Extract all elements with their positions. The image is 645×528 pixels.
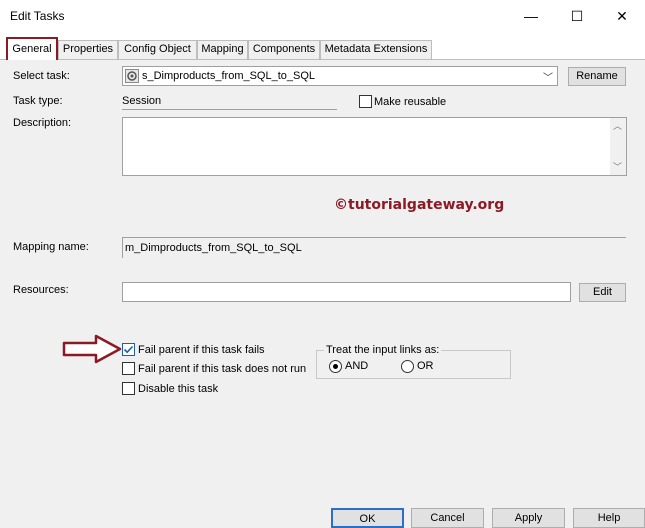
- mapping-name-value: m_Dimproducts_from_SQL_to_SQL: [125, 242, 302, 254]
- checkmark-icon: [123, 345, 134, 354]
- tab-components[interactable]: Components: [248, 40, 320, 59]
- tab-mapping[interactable]: Mapping: [197, 40, 248, 59]
- disable-task-checkbox[interactable]: [122, 382, 135, 395]
- and-radio-label: AND: [345, 360, 369, 372]
- close-button[interactable]: ✕: [599, 0, 645, 32]
- description-label: Description:: [13, 117, 72, 129]
- minimize-icon: —: [524, 8, 538, 24]
- description-scrollbar[interactable]: ︿ ﹀: [610, 118, 626, 175]
- tab-label: Properties: [62, 43, 114, 55]
- and-radio[interactable]: [329, 360, 342, 373]
- title-bar: Edit Tasks — ☐ ✕: [0, 0, 645, 32]
- mapping-name-field: m_Dimproducts_from_SQL_to_SQL: [122, 237, 626, 258]
- apply-button[interactable]: Apply: [492, 508, 565, 528]
- window-title: Edit Tasks: [10, 9, 65, 23]
- ok-button[interactable]: OK: [331, 508, 404, 528]
- fail-parent-not-run-checkbox[interactable]: [122, 362, 135, 375]
- minimize-button[interactable]: —: [508, 0, 554, 32]
- or-radio-label: OR: [417, 360, 434, 372]
- maximize-icon: ☐: [570, 7, 584, 24]
- select-task-dropdown[interactable]: s_Dimproducts_from_SQL_to_SQL ﹀: [122, 66, 558, 86]
- fail-parent-not-run-label: Fail parent if this task does not run: [138, 363, 307, 375]
- tab-properties[interactable]: Properties: [58, 40, 118, 59]
- tab-label: Mapping: [201, 43, 244, 55]
- task-type-label: Task type:: [13, 95, 63, 107]
- cancel-button[interactable]: Cancel: [411, 508, 484, 528]
- fail-parent-fails-checkbox[interactable]: [122, 343, 135, 356]
- watermark-text: ©tutorialgateway.org: [334, 197, 505, 213]
- maximize-button[interactable]: ☐: [554, 0, 600, 32]
- chevron-down-icon: ﹀: [543, 73, 553, 84]
- help-button[interactable]: Help: [573, 508, 645, 528]
- scroll-down-icon[interactable]: ﹀: [613, 160, 622, 173]
- make-reusable-checkbox[interactable]: [359, 95, 372, 108]
- or-radio[interactable]: [401, 360, 414, 373]
- close-icon: ✕: [616, 7, 628, 24]
- arrow-annotation-icon: [62, 334, 122, 364]
- tab-general[interactable]: General: [6, 37, 58, 62]
- description-textarea[interactable]: ︿ ﹀: [122, 117, 627, 176]
- edit-resources-button[interactable]: Edit: [579, 283, 626, 302]
- select-task-value: s_Dimproducts_from_SQL_to_SQL: [142, 70, 316, 82]
- resources-label: Resources:: [13, 284, 69, 296]
- tab-metadata-extensions[interactable]: Metadata Extensions: [320, 40, 432, 59]
- tab-label: Components: [252, 43, 316, 55]
- make-reusable-label: Make reusable: [374, 96, 447, 108]
- task-type-underline: [122, 109, 337, 110]
- tab-config-object[interactable]: Config Object: [118, 40, 197, 59]
- mapping-name-label: Mapping name:: [13, 241, 89, 253]
- tab-label: Metadata Extensions: [324, 43, 428, 55]
- tab-label: Config Object: [124, 43, 191, 55]
- input-links-legend: Treat the input links as:: [324, 344, 442, 356]
- tab-label: General: [12, 43, 52, 55]
- fail-parent-fails-label: Fail parent if this task fails: [138, 344, 265, 356]
- scroll-up-icon[interactable]: ︿: [613, 119, 622, 132]
- task-type-value: Session: [122, 95, 162, 107]
- resources-input[interactable]: [122, 282, 571, 302]
- rename-button[interactable]: Rename: [568, 67, 626, 86]
- disable-task-label: Disable this task: [138, 383, 219, 395]
- session-task-icon: [125, 69, 139, 83]
- select-task-label: Select task:: [13, 70, 70, 82]
